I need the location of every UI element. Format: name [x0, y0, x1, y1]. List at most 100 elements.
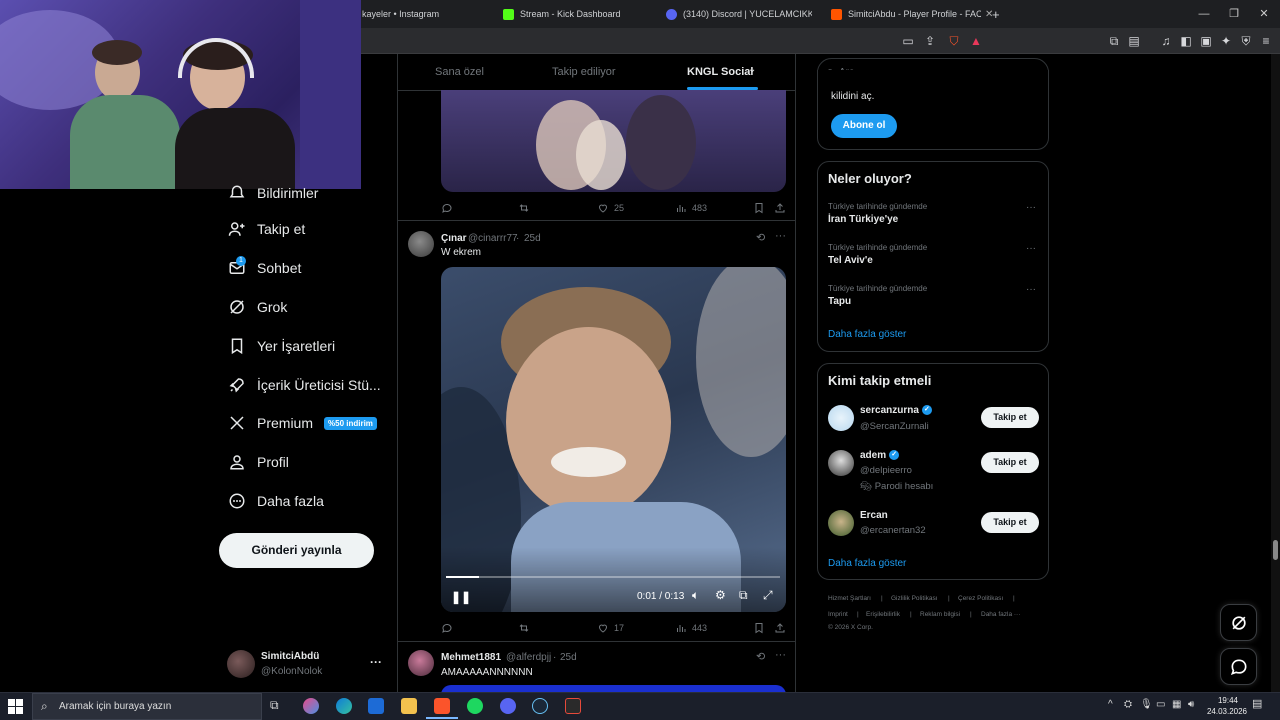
copilot-icon[interactable]	[303, 698, 319, 714]
close-window-icon[interactable]: ✕	[1256, 6, 1272, 22]
post2-bookmark[interactable]	[753, 622, 770, 634]
post2-time[interactable]: 25d	[524, 233, 541, 244]
post-more-icon[interactable]: ···	[775, 649, 786, 661]
spotify-icon[interactable]	[467, 698, 483, 714]
trend-item[interactable]: Türkiye tarihinde gündemde İran Türkiye'…	[828, 202, 1038, 225]
windows-start-icon[interactable]	[8, 699, 23, 714]
media-icon[interactable]: ♫	[1158, 33, 1174, 49]
microphone-icon[interactable]: 🎙︎	[1140, 699, 1153, 710]
nav-premium[interactable]: Premium %50 indirim	[228, 411, 377, 435]
menu-icon[interactable]: ≡	[1258, 33, 1274, 49]
network-icon[interactable]: ▦	[1172, 699, 1181, 710]
leo-icon[interactable]: ✦	[1218, 33, 1234, 49]
minimize-icon[interactable]: —	[1196, 6, 1212, 22]
follow-name[interactable]: adem ✓	[860, 450, 900, 461]
trend-item[interactable]: Türkiye tarihinde gündemde Tel Aviv'e	[828, 243, 1038, 266]
tray-app-icon[interactable]: ⛭	[1124, 699, 1132, 710]
speaker-icon[interactable]: 🔊︎	[1188, 699, 1194, 710]
notification-center-icon[interactable]: ▤	[1252, 697, 1262, 710]
footer-imprint[interactable]: Imprint	[828, 611, 848, 618]
nav-more[interactable]: Daha fazla	[228, 489, 324, 513]
follow-avatar[interactable]	[828, 450, 854, 476]
follow-avatar[interactable]	[828, 405, 854, 431]
steam-icon[interactable]	[532, 698, 548, 714]
extensions-icon[interactable]: ⧉	[1106, 33, 1122, 49]
footer-accessibility[interactable]: Erişilebilirlik	[866, 611, 900, 618]
trend-more-icon[interactable]: ···	[1026, 202, 1036, 213]
display-icon[interactable]: ▭	[1156, 699, 1165, 710]
nav-creator-studio[interactable]: İçerik Üreticisi Stü...	[228, 373, 381, 397]
account-menu-button[interactable]: ···	[370, 655, 382, 669]
footer-more[interactable]: Daha fazla ···	[981, 611, 1020, 618]
post3-author-name[interactable]: Mehmet1881	[441, 652, 501, 663]
post1-repost[interactable]	[518, 202, 535, 214]
post1-views[interactable]: 483	[675, 202, 707, 214]
nav-profile[interactable]: Profil	[228, 450, 289, 474]
nav-follow[interactable]: Takip et	[228, 217, 305, 241]
tray-overflow-icon[interactable]: ^	[1108, 699, 1113, 710]
trend-item[interactable]: Türkiye tarihinde gündemde Tapu	[828, 284, 1038, 307]
share-icon[interactable]: ⇪	[922, 33, 938, 49]
post2-handle[interactable]: @cinarrr77	[468, 233, 518, 244]
follow-button[interactable]: Takip et	[981, 512, 1039, 533]
edge-icon[interactable]	[336, 698, 352, 714]
browser-tab-discord[interactable]: (3140) Discord | YUCELAMCIKK KÖY	[666, 4, 812, 24]
pause-icon[interactable]: ❚❚	[451, 590, 471, 604]
chevron-down-icon[interactable]: ⌄	[748, 64, 756, 75]
task-view-icon[interactable]: ⧉	[270, 698, 286, 714]
post2-share[interactable]	[774, 622, 791, 634]
post2-repost[interactable]	[518, 622, 535, 634]
settings-icon[interactable]: ⚙	[715, 588, 726, 602]
post1-like[interactable]: 25	[597, 202, 624, 214]
post3-media[interactable]	[441, 685, 786, 692]
trend-more-icon[interactable]: ···	[1026, 243, 1036, 254]
reader-icon[interactable]: ▤	[1126, 33, 1142, 49]
screenshot-icon[interactable]: ▭	[900, 33, 916, 49]
nav-grok[interactable]: Grok	[228, 295, 287, 319]
post2-reply[interactable]	[441, 622, 458, 634]
post-more-icon[interactable]: ···	[775, 230, 786, 242]
footer-ads-info[interactable]: Reklam bilgisi	[920, 611, 960, 618]
grok-floating-button[interactable]	[1220, 604, 1257, 641]
tab-kngl-social[interactable]: KNGL Social	[687, 66, 753, 78]
post3-avatar[interactable]	[408, 650, 434, 676]
follow-button[interactable]: Takip et	[981, 452, 1039, 473]
grok-analyze-icon[interactable]: ⟲	[756, 650, 765, 663]
post1-bookmark[interactable]	[753, 202, 770, 214]
picture-in-picture-icon[interactable]: ⧉	[739, 588, 748, 603]
follow-show-more-link[interactable]: Daha fazla göster	[828, 558, 906, 569]
browser-tab-faceit[interactable]: SimitciAbdu - Player Profile - FACEIT	[831, 4, 981, 24]
messages-floating-button[interactable]	[1220, 648, 1257, 685]
post1-share[interactable]	[774, 202, 791, 214]
follow-button[interactable]: Takip et	[981, 407, 1039, 428]
nav-bookmarks[interactable]: Yer İşaretleri	[228, 334, 335, 358]
post2-views[interactable]: 443	[675, 622, 707, 634]
browser-tab-instagram[interactable]: kayeler • Instagram	[362, 4, 482, 24]
post2-like[interactable]: 17	[597, 622, 624, 634]
footer-privacy[interactable]: Gizlilik Politikası	[891, 595, 938, 602]
fullscreen-icon[interactable]: ⤢	[763, 588, 773, 603]
follow-avatar[interactable]	[828, 510, 854, 536]
brave-rewards-icon[interactable]: ▲	[968, 33, 984, 49]
clock-time[interactable]: 19:44	[1210, 696, 1246, 705]
post3-time[interactable]: 25d	[560, 652, 577, 663]
faceit-icon[interactable]	[565, 698, 581, 714]
restore-icon[interactable]: ❐	[1226, 6, 1242, 22]
new-tab-button[interactable]: +	[992, 4, 1006, 24]
brave-shield-icon[interactable]: ⛉	[946, 33, 962, 49]
taskbar-search-placeholder[interactable]: Aramak için buraya yazın	[59, 701, 171, 712]
browser-tab-kick[interactable]: Stream - Kick Dashboard	[503, 4, 653, 24]
wallet-icon[interactable]: ▣	[1198, 33, 1214, 49]
trend-more-icon[interactable]: ···	[1026, 284, 1036, 295]
video-progress-track[interactable]	[446, 576, 780, 578]
scrollbar-thumb[interactable]	[1273, 540, 1278, 560]
file-explorer-icon[interactable]	[401, 698, 417, 714]
post2-author-name[interactable]: Çınar	[441, 233, 467, 244]
clock-date[interactable]: 24.03.2026	[1202, 707, 1252, 716]
sidebar-icon[interactable]: ◧	[1178, 33, 1194, 49]
nav-notifications[interactable]: Bildirimler	[228, 181, 318, 205]
account-avatar[interactable]	[227, 650, 255, 678]
tab-following[interactable]: Takip ediliyor	[552, 66, 616, 78]
follow-name[interactable]: sercanzurna ✓	[860, 405, 932, 416]
post2-avatar[interactable]	[408, 231, 434, 257]
